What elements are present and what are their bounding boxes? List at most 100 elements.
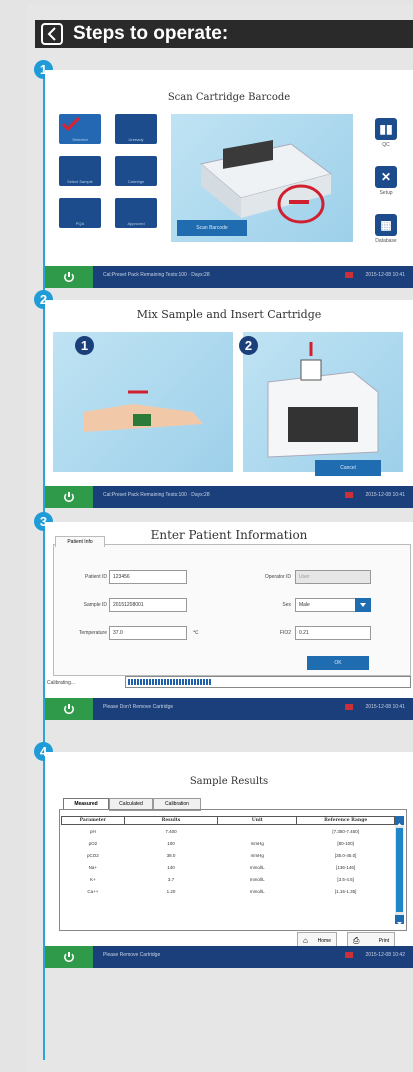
flag-icon: [345, 952, 353, 958]
column-header: Results: [123, 816, 219, 825]
table-cell: 100: [167, 840, 175, 846]
step1-title: Scan Cartridge Barcode: [167, 92, 291, 103]
status-bar: Cal:Preset Pack Remaining Tests:100 · Da…: [45, 486, 413, 508]
table-cell: mmHg: [250, 840, 264, 846]
table-cell: mmol/L: [249, 876, 265, 882]
column-header: Reference Range: [296, 816, 395, 825]
progress-fill: [128, 679, 212, 685]
table-row[interactable]: pH 7.400 [7.350-7.450]: [62, 825, 395, 838]
power-button[interactable]: [45, 698, 93, 720]
tile-label: Selected: [72, 137, 88, 142]
sex-select[interactable]: Male: [295, 598, 357, 612]
setup-icon[interactable]: ✕: [375, 166, 397, 188]
scan-barcode-button[interactable]: Scan Barcode: [177, 220, 247, 236]
fio2-label: FIO2: [279, 630, 291, 636]
status-time: 2015-12-08 10:41: [365, 272, 405, 278]
table-cell: [7.350-7.450]: [332, 828, 359, 834]
temperature-field[interactable]: 37.0: [109, 626, 187, 640]
step2-title: Mix Sample and Insert Cartridge: [136, 308, 322, 321]
tile-label: Unready: [128, 137, 144, 142]
tile-unready[interactable]: Unready: [115, 114, 157, 144]
chevron-left-icon: [47, 27, 56, 41]
table-cell: Ca++: [87, 888, 99, 894]
status-text: Please Remove Cartridge: [103, 952, 161, 958]
sex-dropdown-button[interactable]: [355, 598, 371, 612]
tile-label: PQA: [75, 221, 85, 226]
status-text: Cal:Preset Pack Remaining Tests:100 · Da…: [103, 272, 210, 278]
flag-icon: [345, 704, 353, 710]
tile-label: Approved: [127, 221, 145, 226]
insert-cartridge-icon: [267, 342, 379, 458]
tile-label: Select Sample: [67, 179, 93, 184]
tab-patient-info[interactable]: Patient Info: [55, 536, 105, 547]
power-icon: [64, 704, 74, 715]
step2-panel: Mix Sample and Insert Cartridge 1 2 Canc…: [45, 300, 413, 508]
scroll-up-button[interactable]: [395, 816, 404, 826]
table-cell: 3.7: [167, 876, 175, 882]
back-button[interactable]: [41, 23, 63, 45]
tile-cartridge[interactable]: Cartridge: [115, 156, 157, 186]
qc-label: QC: [382, 142, 390, 148]
power-button[interactable]: [45, 486, 93, 508]
table-cell: 38.0: [166, 852, 176, 858]
patient-id-field[interactable]: 123456: [109, 570, 187, 584]
sample-id-field[interactable]: 20151208001: [109, 598, 187, 612]
flag-icon: [345, 492, 353, 498]
step4-panel: Sample Results Measured Calculated Calib…: [45, 752, 413, 968]
status-bar: Cal:Preset Pack Remaining Tests:100 · Da…: [45, 266, 413, 288]
tile-approved[interactable]: Approved: [115, 198, 157, 228]
table-cell: pO2: [88, 840, 98, 846]
home-button-label: Home: [317, 938, 331, 944]
database-label: Database: [375, 238, 397, 244]
step1-panel: Scan Cartridge Barcode Selected Unready …: [45, 70, 413, 288]
database-icon[interactable]: ▦: [375, 214, 397, 236]
temperature-label: Temperature: [78, 630, 107, 636]
table-row[interactable]: pCO2 38.0 mmHg [35.0-45.0]: [62, 849, 395, 861]
print-button-label: Print: [378, 938, 389, 944]
results-scrollbar[interactable]: [395, 816, 404, 925]
qc-icon[interactable]: ▮▮: [375, 118, 397, 140]
table-cell: mmHg: [250, 852, 264, 858]
temperature-unit: ℃: [193, 630, 199, 636]
tile-select-sample[interactable]: Select Sample: [59, 156, 101, 186]
chevron-down-icon: [360, 603, 366, 607]
cancel-button[interactable]: Cancel: [315, 460, 381, 476]
table-cell: pH: [89, 828, 96, 834]
table-cell: 1.20: [166, 888, 176, 894]
power-button[interactable]: [45, 946, 93, 968]
status-text: Please Don't Remove Cartridge: [103, 704, 174, 710]
step4-title: Sample Results: [189, 776, 269, 787]
power-icon: [64, 272, 74, 283]
tile-pqa[interactable]: PQA: [59, 198, 101, 228]
chevron-down-icon: [397, 922, 402, 925]
operator-id-field[interactable]: User: [295, 570, 371, 584]
results-table: Parameter Results Unit Reference Range p…: [61, 816, 395, 897]
status-time: 2015-12-08 10:41: [365, 492, 405, 498]
status-text: Cal:Preset Pack Remaining Tests:100 · Da…: [103, 492, 210, 498]
page-title: Steps to operate:: [73, 23, 229, 44]
table-cell: [1.15-1.35]: [334, 888, 357, 894]
table-cell: pCO2: [86, 852, 99, 858]
column-header: Unit: [217, 816, 298, 825]
checkmark-icon: [61, 117, 81, 131]
table-cell: 7.400: [165, 828, 177, 834]
table-cell: [80-100]: [337, 840, 354, 846]
fio2-field[interactable]: 0.21: [295, 626, 371, 640]
power-button[interactable]: [45, 266, 93, 288]
insert-marker-2: 2: [239, 336, 258, 355]
mix-marker-1: 1: [75, 336, 94, 355]
tile-selected[interactable]: Selected: [59, 114, 101, 144]
table-row[interactable]: Ca++ 1.20 mmol/L [1.15-1.35]: [62, 885, 395, 897]
setup-label: Setup: [379, 190, 393, 196]
status-bar: Please Remove Cartridge 2015-12-08 10:42: [45, 946, 413, 968]
scroll-down-button[interactable]: [395, 915, 404, 925]
table-row[interactable]: pO2 100 mmHg [80-100]: [62, 837, 395, 849]
table-header-row: Parameter Results Unit Reference Range: [61, 816, 395, 825]
table-row[interactable]: K+ 3.7 mmol/L [3.5-4.5]: [62, 873, 395, 885]
power-icon: [64, 492, 74, 503]
scroll-thumb[interactable]: [396, 828, 403, 912]
table-row[interactable]: Na+ 140 mmol/L [136-146]: [62, 861, 395, 873]
insert-cartridge-image: [243, 332, 403, 472]
ok-button[interactable]: OK: [307, 656, 369, 670]
patient-id-label: Patient ID: [85, 574, 107, 580]
